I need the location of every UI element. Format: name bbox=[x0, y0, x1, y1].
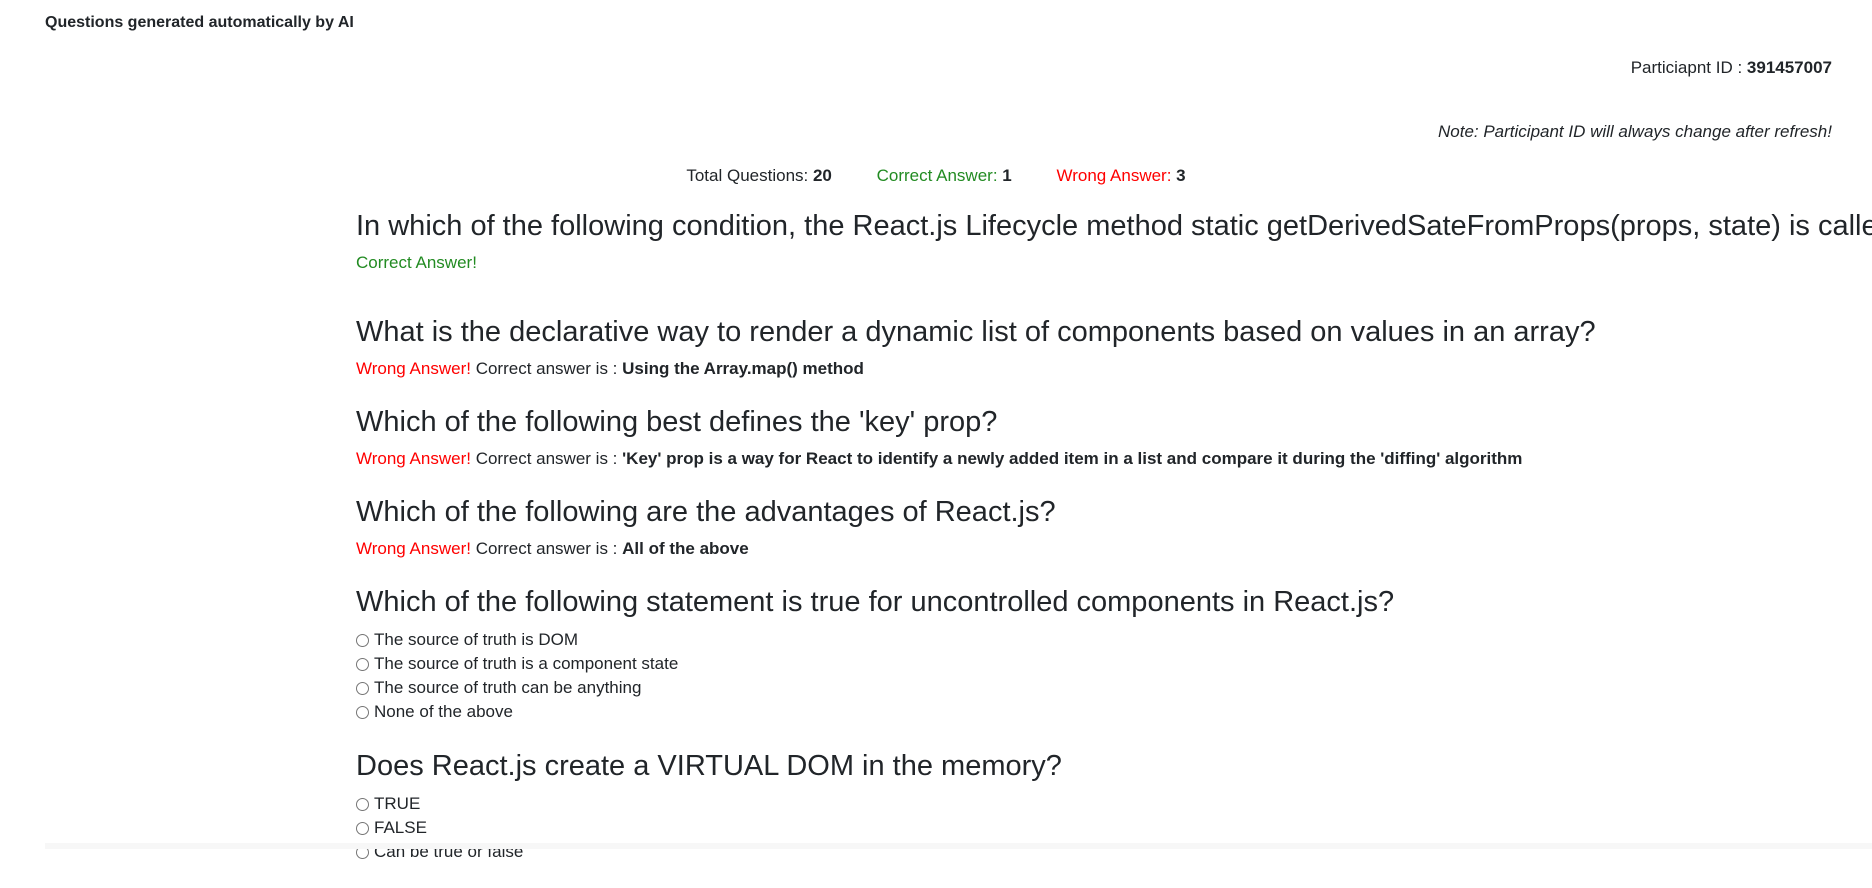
option-label: TRUE bbox=[374, 794, 421, 813]
answer-option[interactable]: FALSE bbox=[356, 816, 1856, 840]
question-title: What is the declarative way to render a … bbox=[356, 316, 1596, 348]
wrong-status: Wrong Answer! bbox=[356, 359, 471, 378]
question-feedback: Wrong Answer! Correct answer is : 'Key' … bbox=[356, 448, 1856, 470]
radio-button[interactable] bbox=[356, 657, 369, 671]
page-header-title: Questions generated automatically by AI bbox=[45, 14, 354, 31]
question-feedback: Correct Answer! bbox=[356, 252, 1856, 274]
correct-answer-text: 'Key' prop is a way for React to identif… bbox=[622, 449, 1523, 468]
question-title: Which of the following are the advantage… bbox=[356, 496, 1056, 528]
correct-answer-value: 1 bbox=[1002, 166, 1012, 185]
question-4: Which of the following are the advantage… bbox=[356, 494, 1856, 560]
question-2: What is the declarative way to render a … bbox=[356, 314, 1856, 380]
answer-options: TRUE FALSE Can be true or false bbox=[356, 792, 1856, 864]
question-title: Which of the following best defines the … bbox=[356, 406, 998, 438]
correct-answer-text: All of the above bbox=[622, 539, 749, 558]
question-feedback: Wrong Answer! Correct answer is : All of… bbox=[356, 538, 1856, 560]
correct-answer-label: Correct Answer: bbox=[876, 166, 1003, 185]
radio-button[interactable] bbox=[356, 821, 369, 835]
question-3: Which of the following best defines the … bbox=[356, 404, 1856, 470]
question-feedback: Wrong Answer! Correct answer is : Using … bbox=[356, 358, 1856, 380]
wrong-answer-value: 3 bbox=[1176, 166, 1186, 185]
question-5: Which of the following statement is true… bbox=[356, 584, 1856, 724]
wrong-status: Wrong Answer! bbox=[356, 539, 471, 558]
correct-answer-text: Using the Array.map() method bbox=[622, 359, 864, 378]
answer-options: The source of truth is DOM The source of… bbox=[356, 628, 1856, 724]
correct-status: Correct Answer! bbox=[356, 253, 477, 272]
option-label: The source of truth is a component state bbox=[374, 654, 679, 673]
question-1: In which of the following condition, the… bbox=[356, 208, 1872, 274]
correct-answer-prefix: Correct answer is : bbox=[470, 449, 623, 468]
answer-option[interactable]: None of the above bbox=[356, 700, 1856, 724]
option-label: The source of truth can be anything bbox=[374, 678, 642, 697]
question-list: In which of the following condition, the… bbox=[356, 208, 1872, 888]
participant-id-value: 391457007 bbox=[1746, 58, 1832, 77]
radio-button[interactable] bbox=[356, 705, 369, 719]
correct-answer-stat: Correct Answer: 1 bbox=[877, 166, 1012, 185]
option-label: FALSE bbox=[374, 818, 427, 837]
answer-option[interactable]: The source of truth is DOM bbox=[356, 628, 1856, 652]
radio-button[interactable] bbox=[356, 681, 369, 695]
total-questions-label: Total Questions: bbox=[686, 166, 813, 185]
refresh-note: Note: Participant ID will always change … bbox=[1437, 122, 1832, 141]
question-title: In which of the following condition, the… bbox=[356, 210, 1872, 242]
participant-id-label: Particiapnt ID : bbox=[1630, 58, 1747, 77]
radio-button[interactable] bbox=[356, 633, 369, 647]
total-questions-stat: Total Questions: 20 bbox=[686, 166, 832, 185]
answer-option[interactable]: TRUE bbox=[356, 792, 1856, 816]
correct-answer-prefix: Correct answer is : bbox=[470, 359, 623, 378]
page-bottom-edge bbox=[45, 843, 1872, 849]
participant-id: Particiapnt ID : 391457007 bbox=[1631, 58, 1832, 78]
score-summary: Total Questions: 20 Correct Answer: 1 Wr… bbox=[0, 166, 1872, 186]
wrong-answer-stat: Wrong Answer: 3 bbox=[1056, 166, 1185, 185]
wrong-status: Wrong Answer! bbox=[356, 449, 471, 468]
option-label: The source of truth is DOM bbox=[374, 630, 579, 649]
answer-option[interactable]: The source of truth is a component state bbox=[356, 652, 1856, 676]
correct-answer-prefix: Correct answer is : bbox=[470, 539, 623, 558]
question-title: Does React.js create a VIRTUAL DOM in th… bbox=[356, 750, 1062, 782]
answer-option[interactable]: The source of truth can be anything bbox=[356, 676, 1856, 700]
radio-button[interactable] bbox=[356, 797, 369, 811]
wrong-answer-label: Wrong Answer: bbox=[1056, 166, 1177, 185]
total-questions-value: 20 bbox=[812, 166, 832, 185]
option-label: None of the above bbox=[374, 702, 513, 721]
question-title: Which of the following statement is true… bbox=[356, 586, 1395, 618]
